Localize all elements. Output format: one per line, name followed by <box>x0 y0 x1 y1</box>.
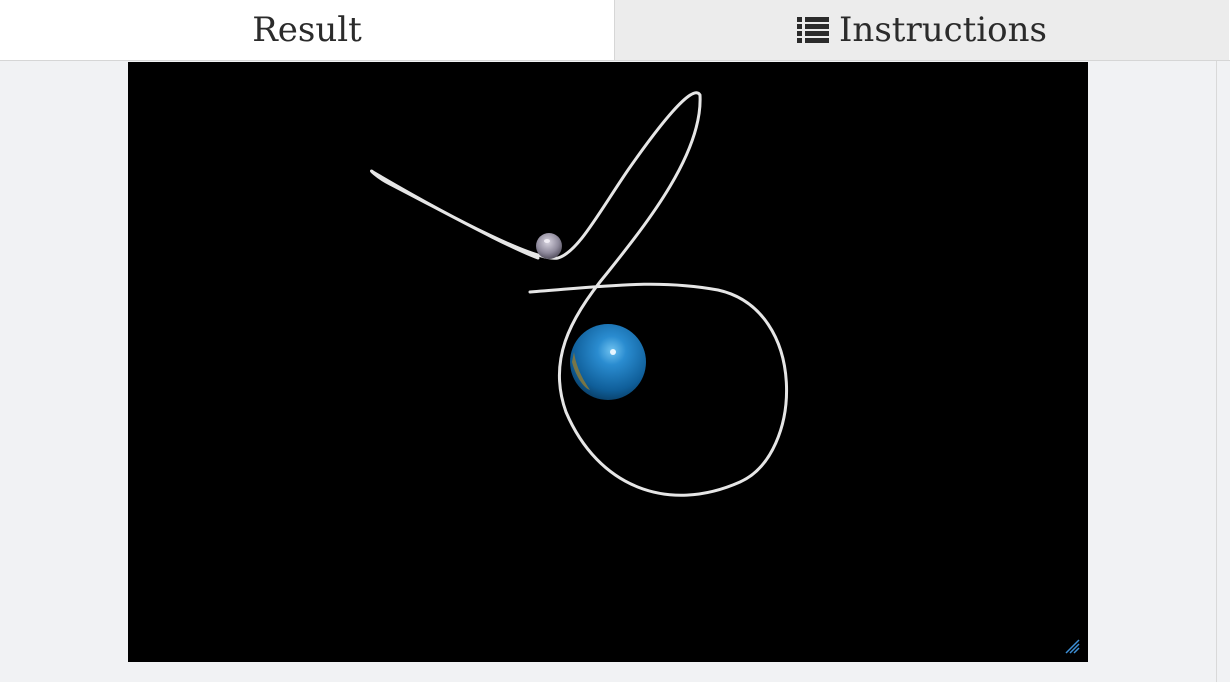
tab-instructions-label: Instructions <box>839 10 1047 50</box>
tab-result-label: Result <box>252 10 362 50</box>
resize-grip-icon[interactable] <box>1064 638 1080 654</box>
tab-result[interactable]: Result <box>0 0 615 60</box>
orbit-path <box>370 91 788 497</box>
planet <box>570 324 646 400</box>
scrollbar[interactable] <box>1216 61 1230 682</box>
list-icon <box>797 17 829 43</box>
scene-canvas[interactable] <box>128 62 1088 662</box>
moon <box>536 233 562 259</box>
tab-bar: Result Instructions <box>0 0 1230 61</box>
tab-instructions[interactable]: Instructions <box>615 0 1229 60</box>
orbit-scene <box>370 91 788 497</box>
